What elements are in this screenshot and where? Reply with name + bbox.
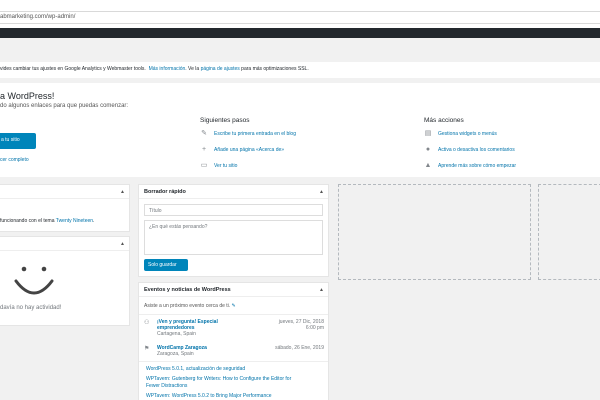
theme-info: funcionando con el tema Twenty Nineteen. [0, 218, 95, 224]
theme-link[interactable]: Twenty Nineteen [56, 218, 93, 224]
notice-text: vides cambiar tus ajustes en Google Anal… [0, 66, 309, 72]
empty-widget-dropzone [338, 184, 531, 280]
wordcamp-icon: ⚑ [144, 346, 150, 352]
widgets-icon: ▤ [424, 130, 432, 137]
news-link-continued[interactable]: Fewer Distractions [146, 383, 187, 389]
location-edit-icon[interactable]: ✎ [232, 303, 236, 309]
address-field[interactable]: abmarketing.com/wp-admin/ [0, 11, 600, 24]
admin-notice: vides cambiar tus ajustes en Google Anal… [0, 62, 600, 78]
events-intro: Asiste a un próximo evento cerca de ti. … [144, 303, 236, 309]
comments-icon: ● [425, 146, 431, 153]
draft-content-textarea[interactable]: ¿En qué estás pensando? [144, 220, 323, 255]
quick-draft-widget: Borrador rápido ▲ Título ¿En qué estás p… [138, 184, 329, 277]
collapse-arrow-icon[interactable]: ▲ [319, 189, 324, 195]
quick-draft-title: Borrador rápido [144, 189, 186, 195]
customize-site-button[interactable]: a tu sitio [0, 133, 36, 149]
events-divider [139, 314, 328, 315]
welcome-panel: a WordPress! do algunos enlaces para que… [0, 83, 600, 177]
news-link[interactable]: WordPress 5.0.1, actualización de seguri… [146, 366, 245, 372]
write-post-link[interactable]: Escribe tu primera entrada en el blog [214, 131, 296, 137]
activity-empty-text: davía no hay actividad! [0, 305, 62, 311]
more-actions-heading: Más acciones [424, 117, 464, 124]
collapse-arrow-icon[interactable]: ▲ [120, 241, 125, 247]
address-text: abmarketing.com/wp-admin/ [0, 14, 76, 20]
add-about-page-link[interactable]: Añade una página «Acerca de» [214, 147, 284, 153]
edit-icon: ✎ [201, 130, 207, 137]
save-draft-button[interactable]: Solo guardar [144, 259, 188, 271]
notice-more-info-link[interactable]: Más información [149, 66, 186, 72]
at-a-glance-widget: ▲ funcionando con el tema Twenty Ninetee… [0, 184, 130, 232]
browser-url-bar: abmarketing.com/wp-admin/ [0, 0, 600, 28]
collapse-arrow-icon[interactable]: ▲ [120, 189, 125, 195]
news-divider [139, 361, 328, 362]
events-news-widget: Eventos y noticias de WordPress ▲ Asiste… [138, 282, 329, 400]
page-header-area [0, 38, 600, 62]
quick-draft-header: Borrador rápido ▲ [139, 185, 328, 199]
change-theme-link[interactable]: cer completo [0, 157, 29, 163]
collapse-arrow-icon[interactable]: ▲ [319, 287, 324, 293]
events-title: Eventos y noticias de WordPress [144, 287, 231, 293]
event-date: sábado, 26 Ene, 2019 [275, 345, 324, 351]
empty-widget-dropzone [538, 184, 600, 280]
admin-bar [0, 28, 600, 38]
welcome-subtitle: do algunos enlaces para que puedas comen… [0, 103, 129, 109]
draft-title-input[interactable]: Título [144, 204, 323, 216]
news-link[interactable]: WPTavern: WordPress 5.0.2 to Bring Major… [146, 393, 272, 399]
event-date: jueves, 27 Dic, 2018 6:00 pm [278, 319, 324, 331]
at-a-glance-header: ▲ [0, 185, 129, 199]
toggle-comments-link[interactable]: Activa o desactiva los comentarios [438, 147, 515, 153]
notice-settings-link[interactable]: página de ajustes [201, 66, 240, 72]
activity-widget: ▲ davía no hay actividad! [0, 236, 130, 326]
learn-more-link[interactable]: Aprende más sobre cómo empezar [438, 163, 516, 169]
smiley-face-icon [14, 266, 54, 295]
activity-header: ▲ [0, 237, 129, 251]
welcome-title: a WordPress! [0, 91, 55, 101]
graduation-cap-icon: ▲ [424, 162, 432, 169]
view-site-link[interactable]: Ver tu sitio [214, 163, 237, 169]
events-header: Eventos y noticias de WordPress ▲ [139, 283, 328, 297]
plus-icon: + [201, 146, 207, 153]
event-title-link[interactable]: ¡Ven y pregunta! Especial emprendedores [157, 319, 218, 331]
monitor-icon: ▭ [200, 162, 208, 169]
manage-widgets-link[interactable]: Gestiona widgets o menús [438, 131, 497, 137]
next-steps-heading: Siguientes pasos [200, 117, 250, 124]
news-link[interactable]: WPTavern: Gutenberg for Writers: How to … [146, 376, 291, 382]
meetup-icon: ⚇ [144, 320, 150, 326]
